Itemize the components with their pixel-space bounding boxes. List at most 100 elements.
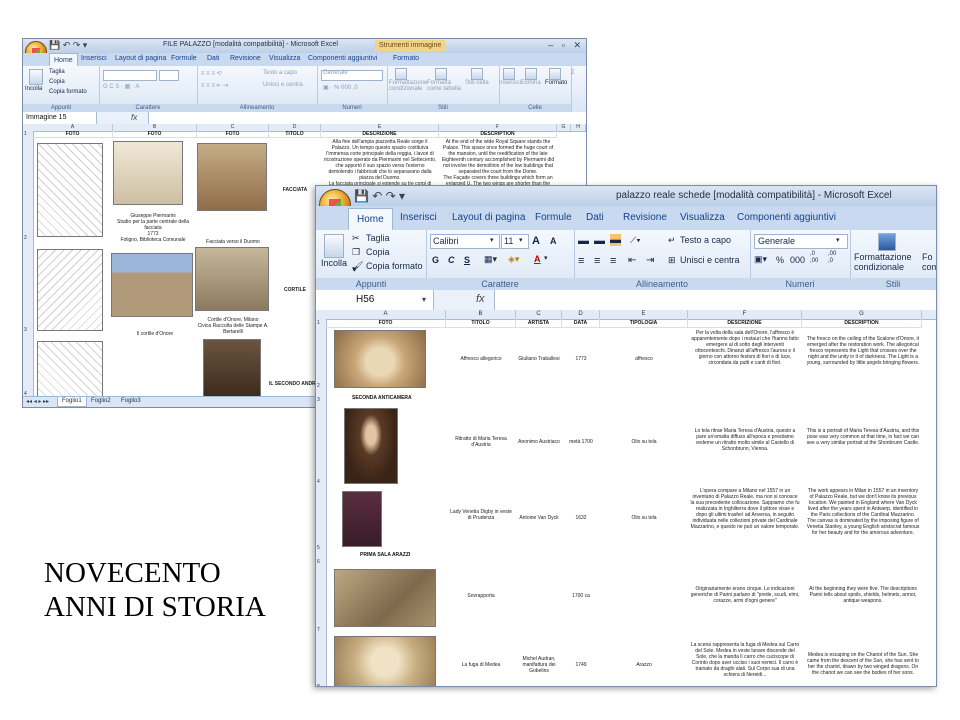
front-col-f[interactable]: F bbox=[688, 310, 802, 319]
front-row-3[interactable]: 3 bbox=[317, 397, 320, 403]
front-conditional-format-button[interactable]: Formattazione condizionale bbox=[854, 252, 912, 272]
back-androne-photo[interactable] bbox=[203, 339, 261, 397]
back-tab-formato[interactable]: Formato bbox=[393, 55, 419, 62]
front-row-8[interactable]: 8 bbox=[317, 684, 320, 686]
shrink-font-button[interactable]: A bbox=[550, 236, 557, 246]
back-cell-styles-button[interactable]: Stili cella bbox=[465, 80, 493, 86]
window-controls[interactable]: – ▫ ✕ bbox=[548, 40, 584, 51]
back-cortile-photo[interactable] bbox=[111, 253, 193, 317]
back-tab-componenti[interactable]: Componenti aggiuntivi bbox=[308, 55, 377, 62]
grow-font-button[interactable]: A bbox=[532, 235, 540, 247]
back-align-bottom-buttons[interactable]: ≡ ≡ ≡ ⇤ ⇥ bbox=[201, 82, 228, 89]
front-copy-button[interactable]: Copia bbox=[366, 247, 390, 257]
back-tab-layout[interactable]: Layout di pagina bbox=[115, 55, 166, 62]
back-paste-label[interactable]: Incolla bbox=[25, 86, 42, 92]
align-bottom-icon[interactable]: ▬ bbox=[610, 234, 621, 246]
front-row-7[interactable]: 7 bbox=[317, 627, 320, 633]
borders-icon[interactable]: ▦▾ bbox=[484, 254, 497, 265]
back-col-c[interactable]: C bbox=[197, 124, 269, 131]
front-col-b[interactable]: B bbox=[446, 310, 516, 319]
back-cut-button[interactable]: Taglia bbox=[49, 69, 65, 75]
back-plan-drawing-1[interactable] bbox=[37, 143, 103, 237]
front-tab-revisione[interactable]: Revisione bbox=[623, 212, 667, 223]
front-tab-home[interactable]: Home bbox=[348, 208, 393, 231]
back-col-b[interactable]: B bbox=[113, 124, 197, 131]
name-box-dropdown-icon[interactable]: ▾ bbox=[422, 295, 426, 304]
back-tab-inserisci[interactable]: Inserisci bbox=[81, 55, 107, 62]
back-col-a[interactable]: A bbox=[33, 124, 113, 131]
back-col-f[interactable]: F bbox=[439, 124, 557, 131]
front-tab-inserisci[interactable]: Inserisci bbox=[400, 212, 437, 223]
conditional-format-icon[interactable] bbox=[395, 68, 407, 80]
align-top-icon[interactable]: ▬ bbox=[578, 235, 589, 247]
front-tab-visualizza[interactable]: Visualizza bbox=[680, 212, 725, 223]
back-tab-formule[interactable]: Formule bbox=[171, 55, 197, 62]
paste-clipboard-icon[interactable] bbox=[324, 234, 344, 258]
align-center-icon[interactable]: ≡ bbox=[594, 255, 600, 267]
front-name-box[interactable]: H56 bbox=[316, 290, 434, 310]
back-fx-icon[interactable]: fx bbox=[131, 113, 137, 122]
back-format-button[interactable]: Formato bbox=[545, 80, 567, 86]
back-merge-center-button[interactable]: Unisci e centra bbox=[263, 82, 303, 88]
back-delete-button[interactable]: Elimina bbox=[521, 80, 541, 86]
front-col-d[interactable]: D bbox=[562, 310, 600, 319]
back-align-top-buttons[interactable]: ≡ ≡ ≡ ⟲ bbox=[201, 70, 222, 77]
front-quick-access-toolbar[interactable]: 💾 ↶ ↷ ▾ bbox=[354, 189, 405, 203]
back-tab-visualizza[interactable]: Visualizza bbox=[269, 55, 300, 62]
front-tab-dati[interactable]: Dati bbox=[586, 212, 604, 223]
align-middle-icon[interactable]: ▬ bbox=[594, 235, 605, 247]
front-merge-center-button[interactable]: Unisci e centra bbox=[680, 255, 740, 265]
decrease-indent-icon[interactable]: ⇤ bbox=[628, 255, 636, 266]
front-row-5[interactable]: 5 bbox=[317, 545, 320, 551]
font-color-dropdown-icon[interactable]: ▾ bbox=[544, 254, 548, 262]
front-col-e[interactable]: E bbox=[600, 310, 688, 319]
thousands-button[interactable]: 000 bbox=[790, 255, 805, 265]
format-cells-icon[interactable] bbox=[549, 68, 561, 80]
font-dropdown-icon[interactable]: ▾ bbox=[490, 236, 494, 244]
back-wrap-text-button[interactable]: Testo a capo bbox=[263, 70, 297, 76]
front-row-4[interactable]: 4 bbox=[317, 479, 320, 485]
insert-cells-icon[interactable] bbox=[503, 68, 515, 80]
back-col-h[interactable]: H bbox=[571, 124, 586, 131]
front-photo-fuga-di-medea[interactable] bbox=[334, 636, 436, 686]
front-row-2[interactable]: 2 bbox=[317, 383, 320, 389]
format-table-icon[interactable] bbox=[435, 68, 447, 80]
sheet-nav-arrows[interactable]: ◂◂ ◂ ▸ ▸▸ bbox=[26, 397, 49, 407]
front-tab-componenti[interactable]: Componenti aggiuntivi bbox=[737, 212, 836, 223]
back-size-combobox[interactable] bbox=[159, 70, 179, 81]
align-right-icon[interactable]: ≡ bbox=[610, 255, 616, 267]
back-col-g[interactable]: G bbox=[557, 124, 571, 131]
back-number-buttons[interactable]: ▣ · % 000 ,0 bbox=[323, 84, 358, 91]
front-row-1[interactable]: 1 bbox=[317, 320, 320, 326]
back-col-d[interactable]: D bbox=[269, 124, 321, 131]
front-format-as-table-button[interactable]: Fo come bbox=[922, 252, 936, 272]
picture-tools-context-tab[interactable]: Strumenti immagine bbox=[375, 40, 446, 52]
back-row-2[interactable]: 2 bbox=[24, 235, 27, 241]
back-format-table-button[interactable]: Formatta come tabella bbox=[427, 80, 463, 92]
front-photo-sovrapporta[interactable] bbox=[334, 569, 436, 627]
delete-cells-icon[interactable] bbox=[525, 68, 537, 80]
front-photo-venetia-digby[interactable] bbox=[342, 491, 382, 547]
front-cut-button[interactable]: Taglia bbox=[366, 233, 390, 243]
back-duomo-facade-photo[interactable] bbox=[197, 143, 267, 211]
back-copy-button[interactable]: Copia bbox=[49, 79, 65, 85]
back-name-box[interactable]: Immagine 15 bbox=[23, 112, 97, 124]
front-wrap-text-button[interactable]: Testo a capo bbox=[680, 235, 731, 245]
front-photo-maria-teresa[interactable] bbox=[344, 408, 398, 484]
front-formula-input[interactable] bbox=[494, 290, 936, 310]
back-tab-dati[interactable]: Dati bbox=[207, 55, 219, 62]
decrease-decimal-button[interactable]: ,00 ,0 bbox=[828, 251, 836, 265]
back-plan-drawing-3[interactable] bbox=[37, 341, 103, 397]
back-font-format-buttons[interactable]: G C S · ▦ · A bbox=[103, 83, 139, 90]
bold-button[interactable]: G bbox=[432, 255, 439, 265]
paste-icon[interactable] bbox=[29, 69, 43, 85]
front-paste-button[interactable]: Incolla bbox=[321, 258, 347, 268]
back-plan-drawing-2[interactable] bbox=[37, 249, 103, 331]
back-row-1[interactable]: 1 bbox=[24, 131, 27, 137]
back-sum-button[interactable]: Σ bbox=[571, 70, 575, 76]
percent-button[interactable]: % bbox=[776, 255, 784, 265]
back-tab-revisione[interactable]: Revisione bbox=[230, 55, 261, 62]
currency-icon[interactable]: ▣▾ bbox=[754, 254, 767, 265]
sheet-tab-foglio2[interactable]: Foglio2 bbox=[87, 397, 115, 406]
back-facade-study-image[interactable] bbox=[113, 141, 183, 205]
